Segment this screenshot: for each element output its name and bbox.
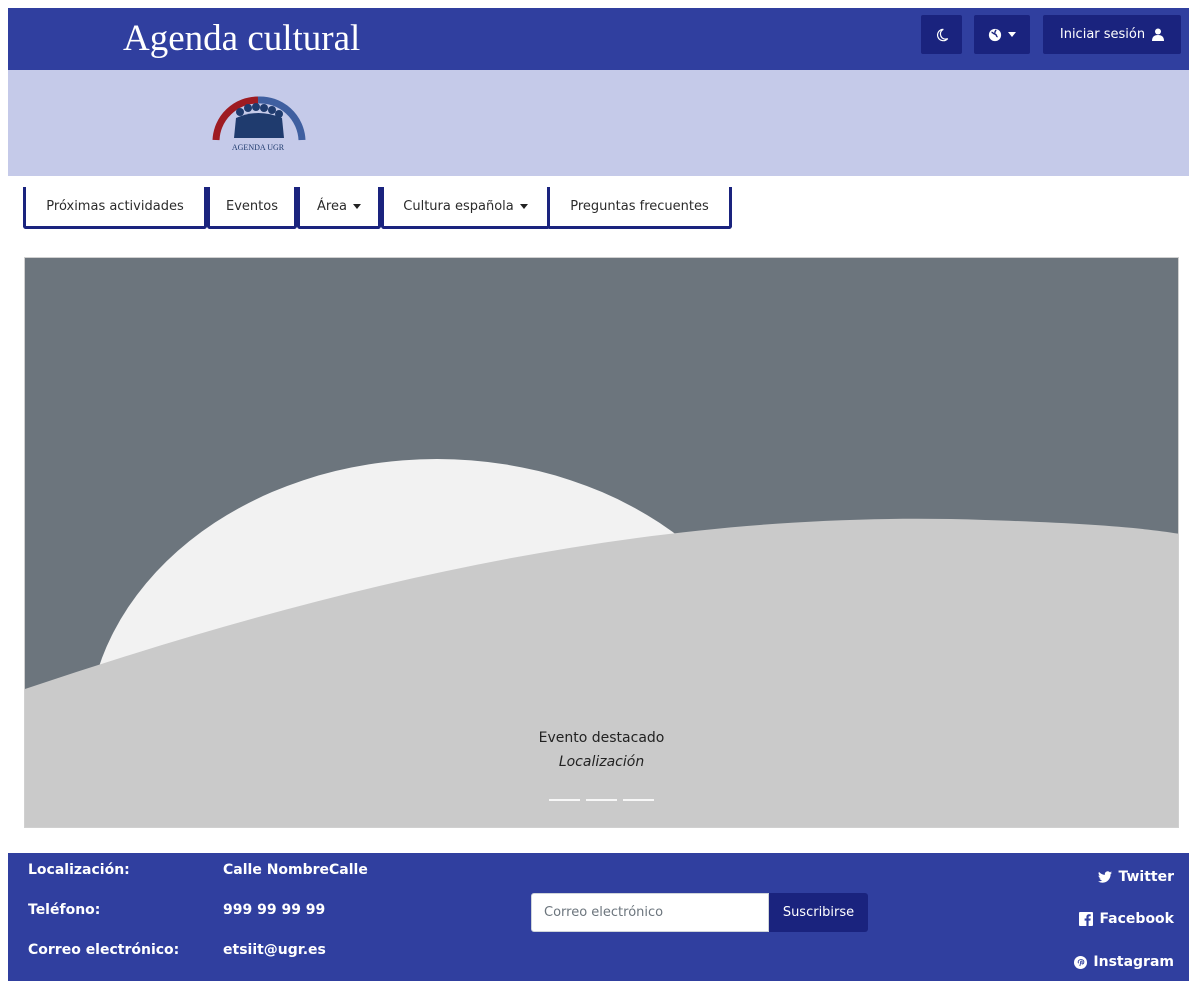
social-label: Twitter <box>1118 869 1174 885</box>
nav-item-label: Preguntas frecuentes <box>570 199 709 214</box>
globe-icon <box>988 28 1002 41</box>
newsletter-email-input[interactable] <box>531 893 769 932</box>
nav-item-label: Eventos <box>226 199 278 214</box>
language-dropdown-button[interactable] <box>974 15 1030 54</box>
login-label: Iniciar sesión <box>1059 27 1146 42</box>
chevron-down-icon <box>352 204 361 209</box>
carousel-indicator[interactable] <box>623 799 654 801</box>
caption-title: Evento destacado <box>538 730 665 746</box>
top-navbar: Agenda cultural Iniciar sesión <box>8 8 1189 70</box>
nav-item-preguntas-frecuentes[interactable]: Preguntas frecuentes <box>547 187 732 229</box>
chevron-down-icon <box>1008 32 1016 37</box>
social-label: Facebook <box>1099 911 1174 927</box>
nav-item-label: Cultura española <box>403 199 514 214</box>
contact-email-label: Correo electrónico: <box>28 942 180 958</box>
social-link-facebook[interactable]: Facebook <box>1079 911 1174 927</box>
carousel-indicator[interactable] <box>586 799 617 801</box>
contact-location-value: Calle NombreCalle <box>223 862 368 878</box>
contact-phone-value: 999 99 99 99 <box>223 902 326 918</box>
social-link-instagram[interactable]: Instagram <box>1074 954 1174 970</box>
featured-carousel[interactable]: Evento destacado Localización <box>24 257 1179 828</box>
contact-email-value: etsiit@ugr.es <box>223 942 326 958</box>
facebook-icon <box>1079 912 1094 926</box>
pinterest-icon <box>1074 955 1088 969</box>
svg-text:AGENDA UGR: AGENDA UGR <box>232 143 285 152</box>
social-label: Instagram <box>1093 954 1174 970</box>
contact-location-label: Localización: <box>28 862 130 878</box>
site-title[interactable]: Agenda cultural <box>123 17 360 61</box>
social-link-twitter[interactable]: Twitter <box>1098 869 1174 885</box>
nav-item-area[interactable]: Área <box>297 187 381 229</box>
header-banner: AGENDA UGR <box>8 70 1189 176</box>
twitter-icon <box>1098 871 1113 883</box>
contact-phone-label: Teléfono: <box>28 902 101 918</box>
nav-item-label: Área <box>317 199 347 214</box>
carousel-indicator[interactable] <box>549 799 580 801</box>
carousel-indicators <box>549 799 654 801</box>
moon-icon <box>936 28 948 41</box>
chevron-down-icon <box>519 204 528 209</box>
nav-item-cultura-espanola[interactable]: Cultura española <box>381 187 550 229</box>
caption-location: Localización <box>558 754 645 770</box>
nav-item-eventos[interactable]: Eventos <box>207 187 297 229</box>
nav-item-proximas-actividades[interactable]: Próximas actividades <box>23 187 207 229</box>
agenda-ugr-logo[interactable]: AGENDA UGR <box>208 88 308 158</box>
footer: Localización: Calle NombreCalle Teléfono… <box>8 853 1189 981</box>
login-button[interactable]: Iniciar sesión <box>1043 15 1181 54</box>
dark-mode-toggle-button[interactable] <box>921 15 962 54</box>
carousel-caption: Evento destacado Localización <box>25 726 1178 774</box>
subscribe-button[interactable]: Suscribirse <box>769 893 868 932</box>
nav-item-label: Próximas actividades <box>46 199 184 214</box>
user-icon <box>1152 28 1165 41</box>
